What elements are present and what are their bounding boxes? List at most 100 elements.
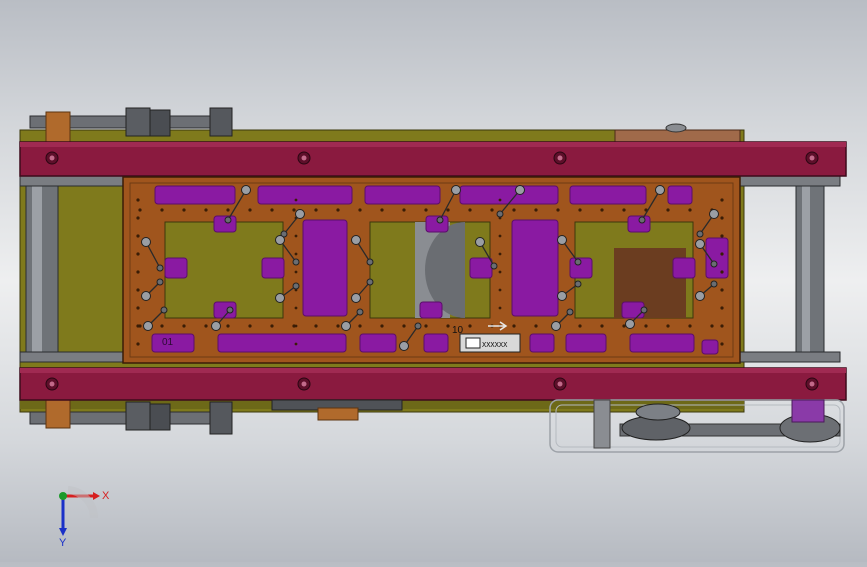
probe-tip [640, 306, 648, 314]
hole [498, 288, 502, 292]
probe-tip [696, 230, 704, 238]
contact-pad [164, 257, 188, 279]
hole [490, 208, 494, 212]
probe-tip [574, 258, 582, 266]
hole [534, 208, 538, 212]
hole [622, 208, 626, 212]
hole [720, 234, 724, 238]
hole [136, 342, 140, 346]
hole [644, 324, 648, 328]
probe-tip [574, 280, 582, 288]
frame-rail-bottom[interactable] [19, 367, 847, 401]
hole [578, 324, 582, 328]
contact-pad [423, 333, 449, 353]
side-rail-right-lower [739, 351, 841, 363]
hole [294, 306, 298, 310]
probe-head [551, 321, 561, 331]
assembly-model[interactable]: XXXXXX 01 10 [0, 0, 867, 562]
probe-tip [366, 278, 374, 286]
contact-pad [419, 301, 443, 319]
gearbox[interactable] [271, 399, 403, 421]
hole [402, 208, 406, 212]
hole [498, 234, 502, 238]
contact-pad [217, 333, 347, 353]
probe-head [695, 291, 705, 301]
contact-pad [667, 185, 693, 205]
connector[interactable]: XXXXXX [459, 333, 521, 353]
hole [424, 324, 428, 328]
probe-head [625, 319, 635, 329]
axis-triad: X Y [59, 486, 110, 547]
cad-viewport[interactable]: XXXXXX 01 10 X Y [0, 0, 867, 562]
probe-tip [292, 258, 300, 266]
hole [446, 208, 450, 212]
probe-tip [638, 216, 646, 224]
probe-head [241, 185, 251, 195]
hole [720, 306, 724, 310]
probe-tip [160, 306, 168, 314]
hole [294, 342, 298, 346]
hole [556, 208, 560, 212]
hole [402, 324, 406, 328]
bolt-center [809, 381, 815, 387]
probe-tip [226, 306, 234, 314]
drive-pulley-top[interactable] [665, 123, 687, 133]
probe-head [557, 291, 567, 301]
hole [204, 208, 208, 212]
hole [226, 324, 230, 328]
roller-left[interactable] [25, 185, 59, 353]
axis-y-label: Y [59, 537, 67, 547]
hole [294, 324, 298, 328]
contact-pad [154, 185, 236, 205]
bolt-center [301, 155, 307, 161]
probe-tip [496, 210, 504, 218]
hole [294, 234, 298, 238]
probe-tip [436, 216, 444, 224]
contact-pad [529, 333, 555, 353]
hole [600, 324, 604, 328]
axis-x-label: X [102, 490, 110, 502]
bolt-center [557, 381, 563, 387]
hole [160, 324, 164, 328]
probe-head [451, 185, 461, 195]
hole [294, 270, 298, 274]
slot-label-01: 01 [162, 337, 174, 348]
probe-tip [414, 322, 422, 330]
hole [720, 324, 724, 328]
hole [498, 306, 502, 310]
hole [270, 324, 274, 328]
hole [336, 208, 340, 212]
hole [248, 208, 252, 212]
probe-head [143, 321, 153, 331]
contact-pad [261, 257, 285, 279]
contact-pad [569, 185, 647, 205]
hole [498, 252, 502, 256]
hole [512, 324, 516, 328]
hole [512, 208, 516, 212]
probe-tip [156, 264, 164, 272]
frame-rail-top[interactable] [19, 141, 847, 177]
hole [136, 270, 140, 274]
roller-right[interactable] [795, 185, 825, 353]
hole [688, 324, 692, 328]
hole [720, 342, 724, 346]
hole [720, 198, 724, 202]
hole [710, 324, 714, 328]
hole [468, 324, 472, 328]
hole [314, 324, 318, 328]
probe-tip [710, 260, 718, 268]
hole [720, 270, 724, 274]
hole [468, 208, 472, 212]
contact-pad [364, 185, 441, 205]
probe-head [275, 235, 285, 245]
probe-head [709, 209, 719, 219]
bolt-center [49, 381, 55, 387]
probe-head [515, 185, 525, 195]
hole [136, 234, 140, 238]
hole [136, 306, 140, 310]
hole [578, 208, 582, 212]
probe-head [695, 239, 705, 249]
probe-tip [566, 308, 574, 316]
hole [160, 208, 164, 212]
contact-pad [511, 219, 559, 317]
